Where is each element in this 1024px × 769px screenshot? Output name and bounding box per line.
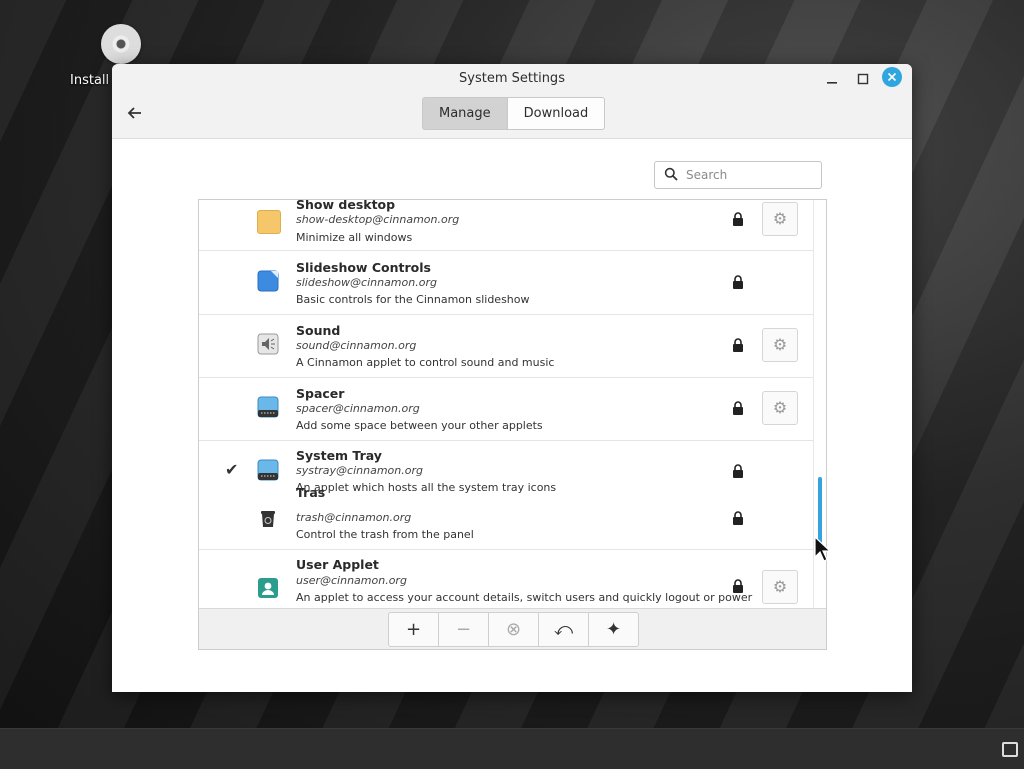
- applet-name: Tras: [296, 485, 326, 497]
- add-applet-button[interactable]: +: [388, 612, 439, 647]
- minimize-icon: [827, 82, 837, 84]
- show-desktop-tray-icon[interactable]: [1002, 742, 1018, 757]
- window-title: System Settings: [459, 71, 565, 86]
- applet-name: Sound: [296, 323, 341, 338]
- maximize-icon: [857, 73, 869, 85]
- list-item[interactable]: User Applet user@cinnamon.org An applet …: [199, 550, 813, 608]
- applet-description: A Cinnamon applet to control sound and m…: [296, 356, 555, 369]
- trash-icon: [261, 511, 275, 527]
- applet-description: Add some space between your other applet…: [296, 419, 543, 432]
- list-item[interactable]: Tras trash@cinnamon.org Control the tras…: [199, 485, 813, 550]
- gear-icon: ⚙: [772, 577, 788, 596]
- mouse-cursor-icon: [814, 536, 832, 562]
- list-item[interactable]: ✔ System Tray systray@cinnamon.org An ap…: [199, 440, 813, 494]
- applet-description: An applet to access your account details…: [296, 591, 753, 604]
- list-item[interactable]: Spacer spacer@cinnamon.org Add some spac…: [199, 377, 813, 441]
- applet-description: Basic controls for the Cinnamon slidesho…: [296, 293, 530, 306]
- disc-icon: [101, 24, 141, 64]
- applet-description: Control the trash from the panel: [296, 528, 474, 541]
- applet-uuid: sound@cinnamon.org: [296, 339, 417, 352]
- slideshow-icon: [257, 270, 279, 292]
- toolbar-buttons: + − ⊗ ⤺ ✦: [388, 612, 639, 647]
- applet-uuid: show-desktop@cinnamon.org: [296, 213, 460, 226]
- tab-download[interactable]: Download: [507, 97, 606, 130]
- applet-name: Show desktop: [296, 200, 396, 212]
- gear-icon: ⚙: [772, 209, 788, 228]
- search-input[interactable]: [684, 164, 818, 186]
- lock-icon: [733, 511, 743, 525]
- maximize-button[interactable]: [852, 68, 874, 90]
- lock-icon: [733, 464, 743, 478]
- tab-switcher: Manage Download: [422, 97, 606, 130]
- applet-name: Slideshow Controls: [296, 260, 431, 275]
- speaker-icon: [257, 333, 279, 355]
- minimize-button[interactable]: [821, 68, 843, 90]
- titlebar: System Settings Manage Download: [112, 64, 912, 139]
- install-disc-icon[interactable]: [96, 22, 148, 70]
- taskbar: [0, 728, 1024, 769]
- applet-uuid: trash@cinnamon.org: [296, 511, 412, 524]
- gear-icon: ⚙: [772, 335, 788, 354]
- more-options-button[interactable]: ✦: [588, 612, 639, 647]
- applet-name: System Tray: [296, 448, 382, 463]
- close-button[interactable]: [882, 67, 902, 87]
- lock-icon: [733, 212, 743, 226]
- restore-defaults-button[interactable]: ⤺: [538, 612, 589, 647]
- applet-uuid: slideshow@cinnamon.org: [296, 276, 437, 289]
- close-icon: [887, 72, 897, 82]
- list-item[interactable]: Show desktop show-desktop@cinnamon.org M…: [199, 200, 813, 251]
- back-arrow-icon: [127, 107, 141, 119]
- list-item[interactable]: Slideshow Controls slideshow@cinnamon.or…: [199, 251, 813, 315]
- back-button[interactable]: [124, 102, 146, 124]
- enabled-check-icon: ✔: [225, 460, 239, 479]
- user-icon: [258, 578, 278, 598]
- applet-name: User Applet: [296, 557, 379, 572]
- tab-manage[interactable]: Manage: [422, 97, 508, 130]
- install-label[interactable]: Install: [70, 73, 109, 88]
- applet-description: Minimize all windows: [296, 231, 413, 244]
- lock-icon: [733, 401, 743, 415]
- applet-name: Spacer: [296, 386, 345, 401]
- search-box[interactable]: [654, 161, 822, 189]
- folder-icon: [257, 210, 281, 234]
- lock-icon: [733, 338, 743, 352]
- uninstall-applet-button[interactable]: ⊗: [488, 612, 539, 647]
- configure-button[interactable]: ⚙: [762, 328, 798, 362]
- remove-applet-button[interactable]: −: [438, 612, 489, 647]
- gear-icon: ⚙: [772, 398, 788, 417]
- applet-uuid: user@cinnamon.org: [296, 574, 407, 587]
- list-item[interactable]: Sound sound@cinnamon.org A Cinnamon appl…: [199, 314, 813, 378]
- applet-list-viewport[interactable]: Show desktop show-desktop@cinnamon.org M…: [199, 200, 813, 608]
- configure-button[interactable]: ⚙: [762, 202, 798, 236]
- panel-icon: [257, 396, 279, 418]
- system-settings-window: System Settings Manage Download Search S…: [112, 64, 912, 692]
- scrollbar-thumb[interactable]: [818, 477, 822, 545]
- search-icon: [664, 167, 678, 181]
- applet-list: Show desktop show-desktop@cinnamon.org M…: [198, 199, 827, 650]
- configure-button[interactable]: ⚙: [762, 391, 798, 425]
- lock-icon: [733, 275, 743, 289]
- applet-uuid: spacer@cinnamon.org: [296, 402, 420, 415]
- applet-toolbar: + − ⊗ ⤺ ✦: [199, 608, 826, 649]
- lock-icon: [733, 579, 743, 593]
- panel-icon: [257, 459, 279, 481]
- configure-button[interactable]: ⚙: [762, 570, 798, 604]
- applet-uuid: systray@cinnamon.org: [296, 464, 423, 477]
